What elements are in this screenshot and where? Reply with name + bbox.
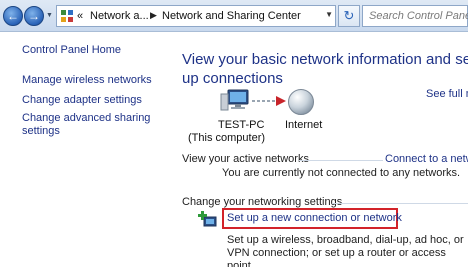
change-advanced-sharing-settings-link[interactable]: Change advanced sharing settings	[22, 112, 162, 138]
address-dropdown-icon[interactable]: ▼	[325, 10, 333, 19]
search-input[interactable]: Search Control Panel	[362, 5, 468, 27]
change-settings-heading: Change your networking settings	[182, 196, 343, 208]
active-networks-heading: View your active networks	[182, 153, 309, 165]
page-title: View your basic network information and …	[182, 51, 468, 87]
address-toolbar: ← → ▼ « Network a... ▶ Network and Shari…	[0, 0, 468, 32]
back-arrow-icon[interactable]: ←	[3, 6, 23, 26]
connect-to-network-link[interactable]: Connect to a netw	[385, 153, 468, 165]
divider	[299, 160, 383, 161]
breadcrumb-network-and-internet[interactable]: Network a...	[90, 10, 149, 22]
computer-name-label: TEST-PC	[218, 119, 265, 131]
not-connected-status: You are currently not connected to any n…	[222, 167, 461, 179]
change-adapter-settings-link[interactable]: Change adapter settings	[22, 94, 142, 107]
left-task-pane: Control Panel Home Manage wireless netwo…	[0, 32, 172, 267]
main-content: View your basic network information and …	[172, 32, 468, 267]
chevron-right-icon[interactable]: ▶	[150, 10, 157, 21]
computer-icon	[220, 89, 249, 111]
recent-pages-dropdown-icon[interactable]: ▼	[46, 12, 53, 19]
manage-wireless-networks-link[interactable]: Manage wireless networks	[22, 74, 152, 87]
globe-icon	[288, 89, 314, 115]
see-full-map-link[interactable]: See full m	[426, 88, 468, 100]
setup-new-connection-description: Set up a wireless, broadband, dial-up, a…	[227, 234, 464, 267]
new-connection-icon	[198, 211, 217, 227]
computer-sub-label: (This computer)	[188, 132, 266, 144]
control-panel-icon	[61, 10, 73, 22]
address-bar[interactable]: « Network a... ▶ Network and Sharing Cen…	[56, 5, 336, 27]
setup-new-connection-link[interactable]: Set up a new connection or network	[227, 212, 402, 224]
breadcrumb-network-sharing-center[interactable]: Network and Sharing Center	[162, 10, 301, 22]
search-placeholder: Search Control Panel	[369, 10, 468, 22]
forward-arrow-icon[interactable]: →	[24, 6, 44, 26]
connection-arrow-icon	[252, 96, 286, 106]
internet-label: Internet	[285, 119, 323, 131]
refresh-icon[interactable]: ↻	[338, 5, 360, 27]
control-panel-home-link[interactable]: Control Panel Home	[22, 44, 121, 57]
breadcrumb-overflow[interactable]: «	[77, 10, 83, 22]
divider	[332, 203, 468, 204]
